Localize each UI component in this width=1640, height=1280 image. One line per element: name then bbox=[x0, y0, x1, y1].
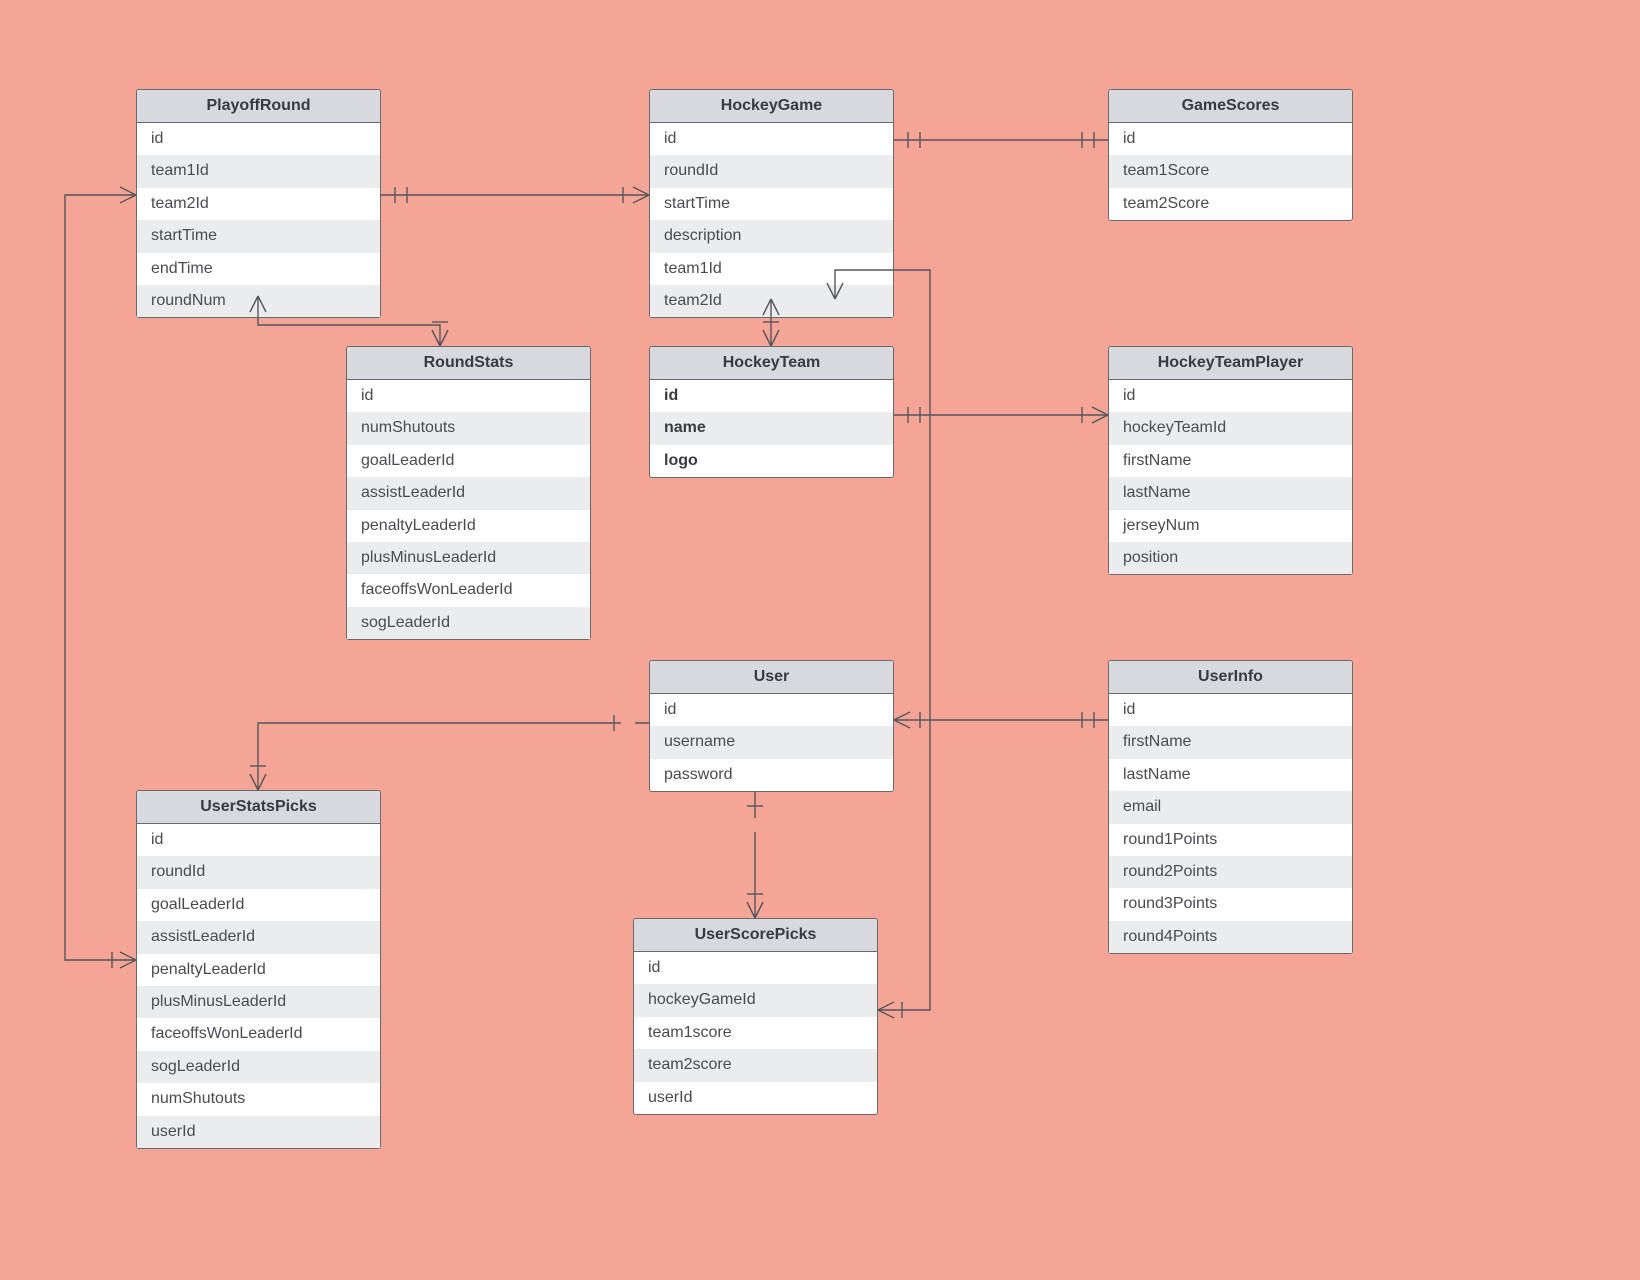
entity-title: User bbox=[650, 661, 893, 694]
field: round4Points bbox=[1109, 921, 1352, 953]
entity-playoffround: PlayoffRound id team1Id team2Id startTim… bbox=[136, 89, 381, 318]
field: team1Id bbox=[137, 155, 380, 187]
field: penaltyLeaderId bbox=[347, 510, 590, 542]
field: team2Id bbox=[137, 188, 380, 220]
entity-title: UserStatsPicks bbox=[137, 791, 380, 824]
field: description bbox=[650, 220, 893, 252]
entity-userinfo: UserInfo id firstName lastName email rou… bbox=[1108, 660, 1353, 954]
entity-title: RoundStats bbox=[347, 347, 590, 380]
field: team2score bbox=[634, 1049, 877, 1081]
field: faceoffsWonLeaderId bbox=[137, 1018, 380, 1050]
field: team1score bbox=[634, 1017, 877, 1049]
field: startTime bbox=[137, 220, 380, 252]
field: endTime bbox=[137, 253, 380, 285]
field: userId bbox=[137, 1116, 380, 1148]
field: lastName bbox=[1109, 477, 1352, 509]
field: username bbox=[650, 726, 893, 758]
field: team1Id bbox=[650, 253, 893, 285]
field: round1Points bbox=[1109, 824, 1352, 856]
field: roundId bbox=[650, 155, 893, 187]
entity-user: User id username password bbox=[649, 660, 894, 792]
field: team2Score bbox=[1109, 188, 1352, 220]
field: penaltyLeaderId bbox=[137, 954, 380, 986]
field: roundNum bbox=[137, 285, 380, 317]
field: sogLeaderId bbox=[347, 607, 590, 639]
field: round3Points bbox=[1109, 888, 1352, 920]
entity-title: HockeyGame bbox=[650, 90, 893, 123]
entity-hockeygame: HockeyGame id roundId startTime descript… bbox=[649, 89, 894, 318]
field: id bbox=[634, 952, 877, 984]
field: jerseyNum bbox=[1109, 510, 1352, 542]
field: assistLeaderId bbox=[137, 921, 380, 953]
entity-title: PlayoffRound bbox=[137, 90, 380, 123]
entity-title: HockeyTeam bbox=[650, 347, 893, 380]
field: roundId bbox=[137, 856, 380, 888]
field: numShutouts bbox=[347, 412, 590, 444]
field: position bbox=[1109, 542, 1352, 574]
field: team2Id bbox=[650, 285, 893, 317]
entity-title: HockeyTeamPlayer bbox=[1109, 347, 1352, 380]
field: id bbox=[347, 380, 590, 412]
field: id bbox=[650, 123, 893, 155]
field: name bbox=[650, 412, 893, 444]
field: hockeyGameId bbox=[634, 984, 877, 1016]
field: round2Points bbox=[1109, 856, 1352, 888]
field: id bbox=[1109, 123, 1352, 155]
entity-title: UserInfo bbox=[1109, 661, 1352, 694]
entity-userstatspicks: UserStatsPicks id roundId goalLeaderId a… bbox=[136, 790, 381, 1149]
field: logo bbox=[650, 445, 893, 477]
field: goalLeaderId bbox=[347, 445, 590, 477]
field: firstName bbox=[1109, 445, 1352, 477]
field: hockeyTeamId bbox=[1109, 412, 1352, 444]
field: numShutouts bbox=[137, 1083, 380, 1115]
field: plusMinusLeaderId bbox=[347, 542, 590, 574]
field: sogLeaderId bbox=[137, 1051, 380, 1083]
field: firstName bbox=[1109, 726, 1352, 758]
field: id bbox=[137, 824, 380, 856]
entity-gamescores: GameScores id team1Score team2Score bbox=[1108, 89, 1353, 221]
field: plusMinusLeaderId bbox=[137, 986, 380, 1018]
field: email bbox=[1109, 791, 1352, 823]
field: id bbox=[1109, 694, 1352, 726]
entity-roundstats: RoundStats id numShutouts goalLeaderId a… bbox=[346, 346, 591, 640]
entity-title: UserScorePicks bbox=[634, 919, 877, 952]
field: id bbox=[650, 380, 893, 412]
field: assistLeaderId bbox=[347, 477, 590, 509]
field: lastName bbox=[1109, 759, 1352, 791]
entity-hockeyteamplayer: HockeyTeamPlayer id hockeyTeamId firstNa… bbox=[1108, 346, 1353, 575]
entity-userscorepicks: UserScorePicks id hockeyGameId team1scor… bbox=[633, 918, 878, 1115]
entity-title: GameScores bbox=[1109, 90, 1352, 123]
field: id bbox=[650, 694, 893, 726]
field: goalLeaderId bbox=[137, 889, 380, 921]
entity-hockeyteam: HockeyTeam id name logo bbox=[649, 346, 894, 478]
field: id bbox=[1109, 380, 1352, 412]
field: password bbox=[650, 759, 893, 791]
field: userId bbox=[634, 1082, 877, 1114]
field: startTime bbox=[650, 188, 893, 220]
field: team1Score bbox=[1109, 155, 1352, 187]
field: faceoffsWonLeaderId bbox=[347, 574, 590, 606]
field: id bbox=[137, 123, 380, 155]
